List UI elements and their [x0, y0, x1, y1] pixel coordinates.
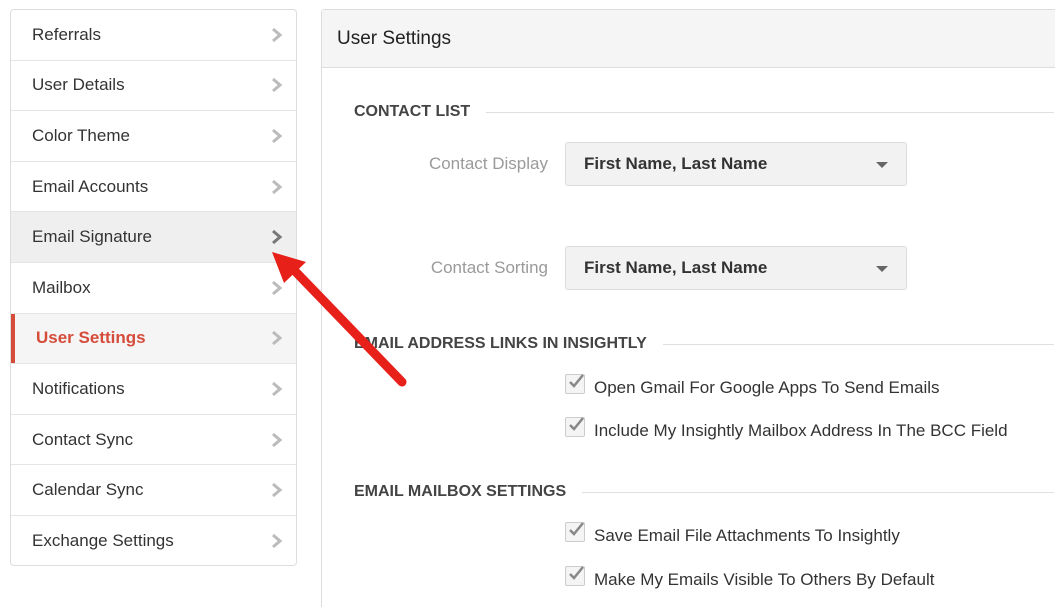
- visible-to-others-option: Make My Emails Visible To Others By Defa…: [565, 566, 935, 590]
- section-divider: [486, 111, 1054, 113]
- save-attachments-label: Save Email File Attachments To Insightly: [594, 526, 900, 545]
- include-bcc-checkbox[interactable]: [565, 417, 585, 437]
- section-heading-text: EMAIL MAILBOX SETTINGS: [354, 483, 567, 500]
- chevron-right-icon: [272, 381, 283, 397]
- sidebar-item-notifications[interactable]: Notifications: [11, 364, 296, 415]
- contact-display-label: Contact Display: [428, 154, 548, 173]
- sidebar-item-label: Email Accounts: [32, 176, 149, 196]
- checkmark-icon: [569, 417, 584, 431]
- sidebar-item-calendar-sync[interactable]: Calendar Sync: [11, 465, 296, 516]
- section-heading-mailbox-settings: EMAIL MAILBOX SETTINGS: [354, 483, 1054, 501]
- chevron-right-icon: [272, 78, 283, 93]
- checkmark-icon: [569, 374, 584, 388]
- save-attachments-checkbox[interactable]: [565, 522, 585, 542]
- sidebar-item-label: Exchange Settings: [32, 531, 174, 551]
- sidebar-item-user-settings[interactable]: User Settings: [11, 313, 296, 365]
- page-title: User Settings: [337, 27, 452, 49]
- contact-display-select[interactable]: First Name, Last Name: [565, 142, 907, 186]
- open-gmail-label: Open Gmail For Google Apps To Send Email…: [594, 378, 940, 397]
- sidebar-item-label: Mailbox: [32, 277, 91, 297]
- sidebar-item-email-accounts[interactable]: Email Accounts: [11, 162, 296, 213]
- contact-sorting-label: Contact Sorting: [430, 258, 548, 277]
- chevron-right-icon: [272, 230, 283, 245]
- open-gmail-option: Open Gmail For Google Apps To Send Email…: [565, 374, 940, 398]
- chevron-right-icon: [272, 280, 283, 295]
- save-attachments-option: Save Email File Attachments To Insightly: [565, 522, 900, 546]
- contact-sorting-value: First Name, Last Name: [584, 258, 768, 277]
- chevron-right-icon: [272, 483, 283, 498]
- section-heading-contact-list: CONTACT LIST: [354, 103, 1054, 121]
- chevron-right-icon: [272, 128, 283, 144]
- sidebar-item-exchange-settings[interactable]: Exchange Settings: [11, 516, 296, 565]
- sidebar-item-email-signature[interactable]: Email Signature: [11, 212, 296, 263]
- chevron-right-icon: [272, 179, 283, 194]
- sidebar-item-label: Email Signature: [32, 227, 153, 247]
- sidebar-item-label: Referrals: [32, 24, 101, 44]
- panel-header: User Settings: [322, 10, 1055, 68]
- section-divider: [582, 491, 1054, 493]
- sidebar-item-label: User Details: [32, 75, 125, 95]
- chevron-right-icon: [272, 534, 283, 549]
- chevron-right-icon: [272, 432, 283, 447]
- chevron-right-icon: [272, 27, 283, 42]
- sidebar-item-label: Calendar Sync: [32, 480, 144, 500]
- sidebar-item-label: Contact Sync: [32, 429, 134, 449]
- include-bcc-label: Include My Insightly Mailbox Address In …: [594, 421, 1008, 440]
- open-gmail-checkbox[interactable]: [565, 374, 585, 394]
- visible-to-others-label: Make My Emails Visible To Others By Defa…: [594, 570, 935, 589]
- sidebar-item-label: User Settings: [36, 328, 146, 348]
- caret-down-icon: [876, 162, 888, 168]
- chevron-right-icon: [272, 331, 283, 346]
- section-heading-email-links: EMAIL ADDRESS LINKS IN INSIGHTLY: [354, 335, 1054, 353]
- contact-display-value: First Name, Last Name: [584, 154, 768, 173]
- checkmark-icon: [569, 566, 584, 580]
- section-heading-text: EMAIL ADDRESS LINKS IN INSIGHTLY: [354, 335, 647, 352]
- sidebar-item-color-theme[interactable]: Color Theme: [11, 111, 296, 162]
- sidebar-item-label: Color Theme: [32, 125, 130, 145]
- user-settings-panel: User Settings CONTACT LIST Contact Displ…: [321, 9, 1055, 607]
- sidebar-item-contact-sync[interactable]: Contact Sync: [11, 415, 296, 466]
- sidebar-item-label: Notifications: [32, 378, 125, 398]
- section-heading-text: CONTACT LIST: [354, 103, 471, 120]
- sidebar-item-user-details[interactable]: User Details: [11, 61, 296, 112]
- sidebar-item-mailbox[interactable]: Mailbox: [11, 263, 296, 314]
- caret-down-icon: [876, 266, 888, 272]
- settings-sidebar: Referrals User Details Color Theme Email…: [10, 9, 297, 566]
- checkmark-icon: [569, 522, 584, 536]
- include-bcc-option: Include My Insightly Mailbox Address In …: [565, 417, 1008, 441]
- sidebar-item-referrals[interactable]: Referrals: [11, 10, 296, 61]
- section-divider: [662, 343, 1054, 345]
- contact-sorting-select[interactable]: First Name, Last Name: [565, 246, 907, 290]
- visible-to-others-checkbox[interactable]: [565, 566, 585, 586]
